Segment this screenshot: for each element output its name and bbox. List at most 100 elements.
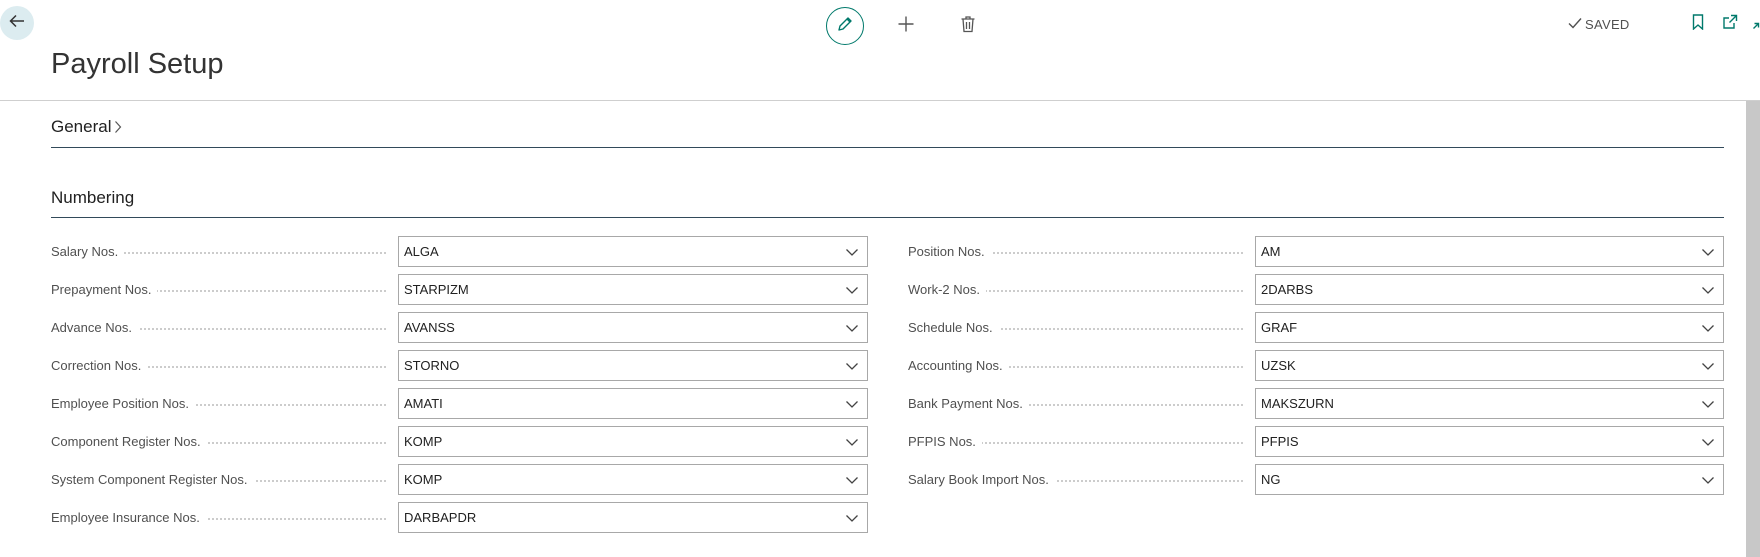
field-value: MAKSZURN bbox=[1261, 396, 1334, 411]
field-row: Advance Nos. AVANSS bbox=[51, 312, 868, 343]
chevron-down-icon bbox=[1701, 398, 1715, 410]
field-value: 2DARBS bbox=[1261, 282, 1314, 297]
pencil-icon bbox=[836, 15, 854, 38]
delete-button[interactable] bbox=[948, 6, 988, 46]
fasttab-numbering: Numbering bbox=[51, 188, 1724, 218]
field-row: Work-2 Nos. 2DARBS bbox=[908, 274, 1724, 305]
vertical-scrollbar[interactable] bbox=[1746, 101, 1760, 557]
fasttab-numbering-title[interactable]: Numbering bbox=[51, 188, 134, 208]
field-dropdown[interactable]: DARBAPDR bbox=[398, 502, 868, 533]
field-dropdown[interactable]: AM bbox=[1255, 236, 1724, 267]
field-label: Schedule Nos. bbox=[908, 312, 1249, 343]
field-label-text: Component Register Nos. bbox=[51, 434, 207, 449]
field-label: Accounting Nos. bbox=[908, 350, 1249, 381]
field-row: Correction Nos. STORNO bbox=[51, 350, 868, 381]
field-label: Correction Nos. bbox=[51, 350, 392, 381]
field-dropdown[interactable]: UZSK bbox=[1255, 350, 1724, 381]
field-label-text: Salary Nos. bbox=[51, 244, 125, 259]
field-value: AM bbox=[1261, 244, 1281, 259]
field-value: STORNO bbox=[404, 358, 460, 373]
field-row: Employee Insurance Nos. DARBAPDR bbox=[51, 502, 868, 533]
chevron-down-icon bbox=[1701, 284, 1715, 296]
field-value: STARPIZM bbox=[404, 282, 469, 297]
field-label: Salary Nos. bbox=[51, 236, 392, 267]
saved-status: SAVED bbox=[1568, 17, 1630, 32]
field-label-text: PFPIS Nos. bbox=[908, 434, 982, 449]
chevron-down-icon bbox=[1701, 246, 1715, 258]
field-label-text: Employee Insurance Nos. bbox=[51, 510, 206, 525]
chevron-down-icon bbox=[845, 284, 859, 296]
field-dropdown[interactable]: PFPIS bbox=[1255, 426, 1724, 457]
chevron-down-icon bbox=[845, 512, 859, 524]
field-dropdown[interactable]: ALGA bbox=[398, 236, 868, 267]
collapse-button[interactable] bbox=[1750, 14, 1760, 34]
field-dropdown[interactable]: STORNO bbox=[398, 350, 868, 381]
collapse-icon bbox=[1752, 14, 1760, 35]
field-label: Advance Nos. bbox=[51, 312, 392, 343]
checkmark-icon bbox=[1568, 17, 1585, 32]
field-value: AVANSS bbox=[404, 320, 455, 335]
new-button[interactable] bbox=[886, 6, 926, 46]
field-dropdown[interactable]: 2DARBS bbox=[1255, 274, 1724, 305]
chevron-down-icon bbox=[1701, 360, 1715, 372]
field-value: AMATI bbox=[404, 396, 443, 411]
field-label-text: Employee Position Nos. bbox=[51, 396, 196, 411]
chevron-down-icon bbox=[845, 246, 859, 258]
field-label: System Component Register Nos. bbox=[51, 464, 392, 495]
field-value: GRAF bbox=[1261, 320, 1298, 335]
field-label-text: System Component Register Nos. bbox=[51, 472, 254, 487]
plus-icon bbox=[897, 15, 915, 38]
field-label-text: Advance Nos. bbox=[51, 320, 138, 335]
field-dropdown[interactable]: MAKSZURN bbox=[1255, 388, 1724, 419]
field-row: PFPIS Nos. PFPIS bbox=[908, 426, 1724, 457]
back-button[interactable] bbox=[0, 6, 34, 40]
field-label-text: Work-2 Nos. bbox=[908, 282, 986, 297]
field-label-text: Bank Payment Nos. bbox=[908, 396, 1029, 411]
field-label: Component Register Nos. bbox=[51, 426, 392, 457]
field-label-text: Accounting Nos. bbox=[908, 358, 1009, 373]
field-label-text: Prepayment Nos. bbox=[51, 282, 158, 297]
edit-button[interactable] bbox=[826, 7, 864, 45]
saved-label: SAVED bbox=[1585, 16, 1630, 32]
bookmark-button[interactable] bbox=[1688, 13, 1708, 35]
chevron-down-icon bbox=[845, 474, 859, 486]
chevron-down-icon bbox=[845, 398, 859, 410]
field-label: Employee Position Nos. bbox=[51, 388, 392, 419]
chevron-down-icon bbox=[845, 436, 859, 448]
field-dropdown[interactable]: STARPIZM bbox=[398, 274, 868, 305]
chevron-right-icon bbox=[114, 120, 122, 134]
field-dropdown[interactable]: KOMP bbox=[398, 426, 868, 457]
field-label: PFPIS Nos. bbox=[908, 426, 1249, 457]
page-title: Payroll Setup bbox=[51, 48, 224, 80]
field-row: Employee Position Nos. AMATI bbox=[51, 388, 868, 419]
field-row: Bank Payment Nos. MAKSZURN bbox=[908, 388, 1724, 419]
field-label-text: Schedule Nos. bbox=[908, 320, 999, 335]
field-label: Bank Payment Nos. bbox=[908, 388, 1249, 419]
field-row: Prepayment Nos. STARPIZM bbox=[51, 274, 868, 305]
page-status-bar: SAVED bbox=[1568, 13, 1760, 35]
bookmark-icon bbox=[1692, 13, 1704, 35]
field-dropdown[interactable]: NG bbox=[1255, 464, 1724, 495]
chevron-down-icon bbox=[1701, 436, 1715, 448]
field-value: NG bbox=[1261, 472, 1281, 487]
field-value: KOMP bbox=[404, 472, 443, 487]
field-row: Position Nos. AM bbox=[908, 236, 1724, 267]
chevron-down-icon bbox=[1701, 474, 1715, 486]
field-row: Salary Book Import Nos. NG bbox=[908, 464, 1724, 495]
chevron-down-icon bbox=[845, 322, 859, 334]
field-value: ALGA bbox=[404, 244, 439, 259]
field-dropdown[interactable]: AMATI bbox=[398, 388, 868, 419]
field-dropdown[interactable]: KOMP bbox=[398, 464, 868, 495]
chevron-down-icon bbox=[845, 360, 859, 372]
open-in-new-window-icon bbox=[1722, 14, 1738, 35]
field-label-text: Position Nos. bbox=[908, 244, 991, 259]
field-label: Employee Insurance Nos. bbox=[51, 502, 392, 533]
field-row: Component Register Nos. KOMP bbox=[51, 426, 868, 457]
field-label-text: Correction Nos. bbox=[51, 358, 148, 373]
fasttab-general: General bbox=[51, 117, 1724, 148]
field-dropdown[interactable]: GRAF bbox=[1255, 312, 1724, 343]
field-dropdown[interactable]: AVANSS bbox=[398, 312, 868, 343]
open-new-window-button[interactable] bbox=[1720, 14, 1740, 34]
fasttab-general-toggle[interactable]: General bbox=[51, 117, 122, 137]
field-row: Salary Nos. ALGA bbox=[51, 236, 868, 267]
